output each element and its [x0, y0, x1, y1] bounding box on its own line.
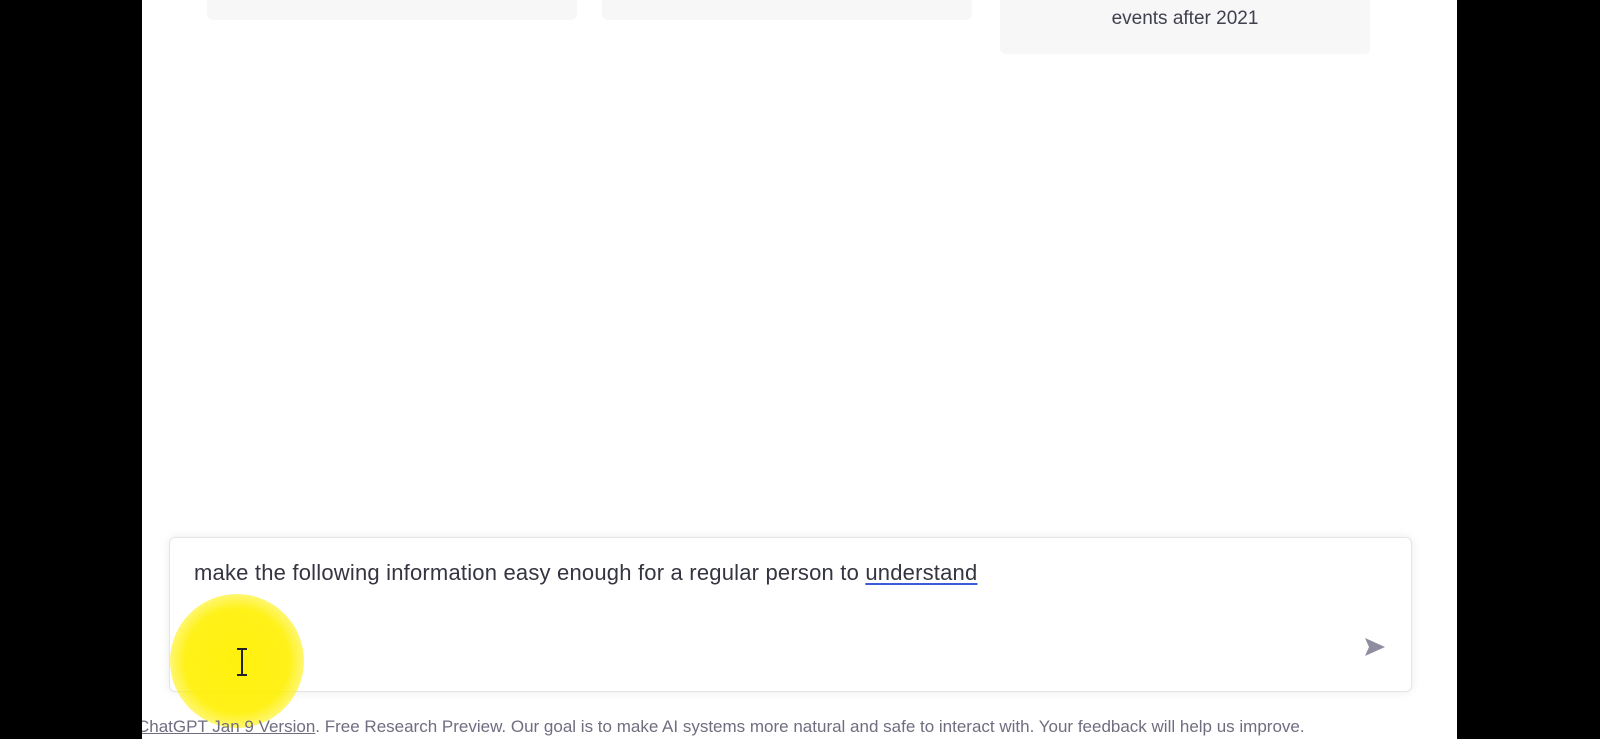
chat-app: events after 2021 make the following inf…	[142, 0, 1457, 739]
prompt-input[interactable]: make the following information easy enou…	[169, 537, 1412, 692]
prompt-text-main: make the following information easy enou…	[194, 560, 866, 585]
footer-text: . Free Research Preview. Our goal is to …	[315, 717, 1305, 736]
prompt-text-flagged-word: understand	[865, 560, 978, 585]
letterbox-right	[1457, 0, 1600, 739]
letterbox-left	[0, 0, 142, 739]
example-card[interactable]	[207, 0, 577, 20]
footer: ChatGPT Jan 9 Version. Free Research Pre…	[142, 717, 1457, 737]
text-cursor-icon	[237, 648, 247, 676]
version-link[interactable]: ChatGPT Jan 9 Version	[142, 717, 315, 736]
example-card-text: events after 2021	[1111, 8, 1259, 29]
example-card[interactable]	[602, 0, 972, 20]
send-icon	[1365, 638, 1385, 656]
example-card-limitations[interactable]: events after 2021	[1000, 0, 1370, 54]
prompt-input-text[interactable]: make the following information easy enou…	[194, 560, 977, 586]
send-button[interactable]	[1361, 633, 1389, 661]
